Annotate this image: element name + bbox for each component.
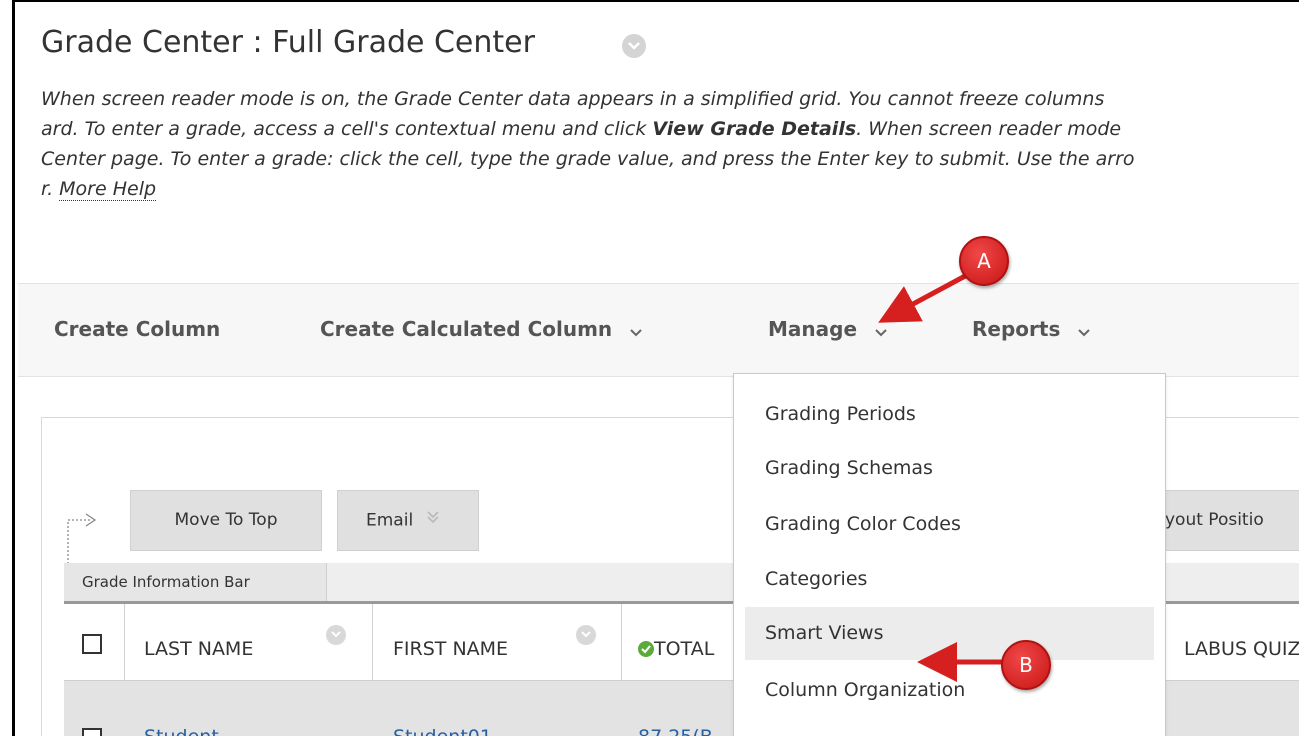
annotation-marker-b: B xyxy=(1001,640,1051,690)
arrow-to-manage xyxy=(878,272,969,323)
annotation-arrows xyxy=(878,272,1011,682)
content-frame: Grade Center : Full Grade Center When sc… xyxy=(12,0,1299,736)
annotation-marker-a: A xyxy=(959,236,1009,286)
